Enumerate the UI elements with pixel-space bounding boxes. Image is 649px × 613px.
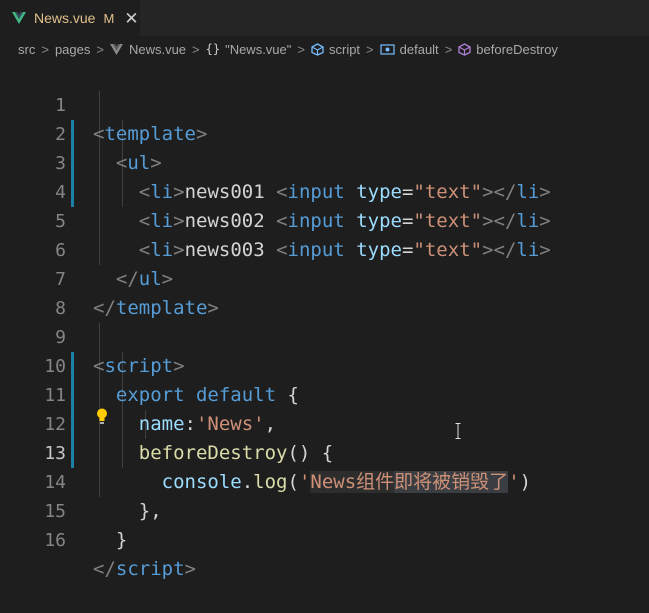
vue-icon xyxy=(110,43,123,55)
text-cursor-icon xyxy=(455,423,461,439)
breadcrumb-item-default[interactable]: default xyxy=(380,42,439,57)
breadcrumb-module-label: "News.vue" xyxy=(225,41,292,57)
code-line: 14 }, xyxy=(0,439,649,522)
code-line: 8 xyxy=(0,265,649,319)
code-line: 12 beforeDestroy() { xyxy=(0,381,649,464)
code-editor[interactable]: 1 <template> 2 <ul> 3 <li>news001 <input… xyxy=(0,62,649,582)
code-line: 6 </ul> xyxy=(0,207,649,290)
code-line: 9 <script> xyxy=(0,294,649,377)
breadcrumb-item-module[interactable]: {} "News.vue" xyxy=(206,42,292,57)
breadcrumb-separator: > xyxy=(297,41,305,57)
breadcrumb-item-script[interactable]: script xyxy=(311,42,360,57)
breadcrumb-item-src[interactable]: src xyxy=(18,42,35,57)
code-line: 7 </template> xyxy=(0,236,649,319)
vue-icon xyxy=(12,12,26,24)
lightbulb-icon[interactable] xyxy=(95,407,109,425)
method-icon xyxy=(458,42,471,56)
breadcrumb-item-pages[interactable]: pages xyxy=(55,42,90,57)
breadcrumb-separator: > xyxy=(192,41,200,57)
code-line: 15 } xyxy=(0,468,649,551)
breadcrumb-script-label: script xyxy=(328,41,361,57)
breadcrumb-separator: > xyxy=(96,41,104,57)
code-line: 2 <ul> xyxy=(0,91,649,174)
code-line: 10 export default { xyxy=(0,323,649,406)
close-icon[interactable]: ✕ xyxy=(124,10,138,27)
code-line: 4 <li>news002 <input type="text"></li> xyxy=(0,149,649,232)
breadcrumb-default-label: default xyxy=(399,41,439,57)
breadcrumb-separator: > xyxy=(41,41,49,57)
code-line: 5 <li>news003 <input type="text"></li> xyxy=(0,178,649,261)
breadcrumb-item-method[interactable]: beforeDestroy xyxy=(458,42,558,57)
tab-news-vue[interactable]: News.vue M ✕ xyxy=(0,0,140,36)
breadcrumb-item-file[interactable]: News.vue xyxy=(110,42,186,57)
code-line: 3 <li>news001 <input type="text"></li> xyxy=(0,120,649,203)
code-line: 11 name:'News', xyxy=(0,352,649,435)
tab-bar: News.vue M ✕ xyxy=(0,0,649,36)
breadcrumb-method-label: beforeDestroy xyxy=(476,41,558,57)
default-icon xyxy=(380,43,395,55)
code-line: 16 </script> xyxy=(0,497,649,580)
breadcrumb-separator: > xyxy=(444,41,453,57)
breadcrumb-separator: > xyxy=(366,41,374,57)
script-icon xyxy=(311,42,324,56)
line-number: 16 xyxy=(44,530,66,551)
breadcrumb-file-label: News.vue xyxy=(128,41,187,57)
braces-icon: {} xyxy=(205,42,221,56)
modified-indicator: M xyxy=(103,10,115,26)
tab-title: News.vue xyxy=(34,10,96,26)
breadcrumb: src > pages > News.vue > {} "News.vue" >… xyxy=(0,36,649,62)
code-line: 1 <template> xyxy=(0,62,649,145)
